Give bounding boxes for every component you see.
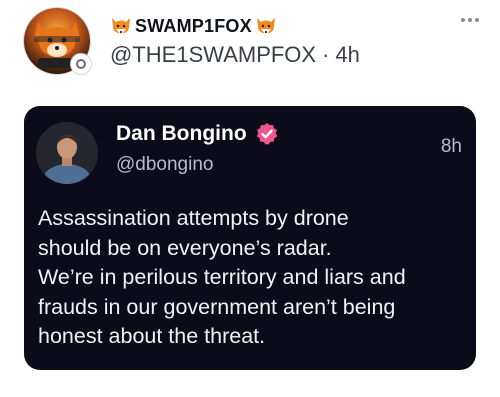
avatar-badge-icon: [70, 53, 92, 75]
author-handle-row: @THE1SWAMPFOX · 4h: [110, 42, 360, 68]
author-name-row: SWAMP1FOX: [110, 14, 277, 38]
fox-face-icon: [110, 15, 132, 37]
quoted-text-line: Assassination attempts by drone: [38, 206, 349, 230]
more-options-button[interactable]: [456, 10, 484, 30]
quoted-text-line: honest about the threat.: [38, 324, 266, 348]
quoted-author-name[interactable]: Dan Bongino: [116, 122, 247, 146]
quoted-author-avatar[interactable]: [36, 122, 98, 184]
author-handle[interactable]: @THE1SWAMPFOX: [110, 42, 316, 67]
quoted-post-card[interactable]: Dan Bongino @dbongino 8h Assassination a…: [24, 106, 476, 370]
quoted-text-line: We’re in perilous territory and liars an…: [38, 265, 406, 289]
quoted-text-line: frauds in our government aren’t being: [38, 294, 396, 319]
author-display-name[interactable]: SWAMP1FOX: [135, 16, 252, 37]
verified-badge-icon: [255, 122, 279, 146]
quoted-text-line: should be on everyone’s radar.: [38, 235, 332, 260]
quoted-post-time[interactable]: 8h: [441, 136, 462, 158]
person-avatar-icon: [36, 122, 98, 184]
quoted-post-text: Assassination attempts by drone should b…: [38, 204, 468, 352]
post-time[interactable]: 4h: [335, 42, 359, 67]
quoted-author-handle[interactable]: @dbongino: [116, 154, 213, 176]
quoted-name-row: Dan Bongino: [116, 122, 279, 146]
fox-face-icon: [255, 15, 277, 37]
meta-separator: ·: [322, 42, 330, 67]
post-header: SWAMP1FOX @THE1SWAMPFOX · 4h: [24, 8, 484, 78]
more-dots-icon: [461, 18, 465, 22]
author-avatar[interactable]: [24, 8, 94, 78]
